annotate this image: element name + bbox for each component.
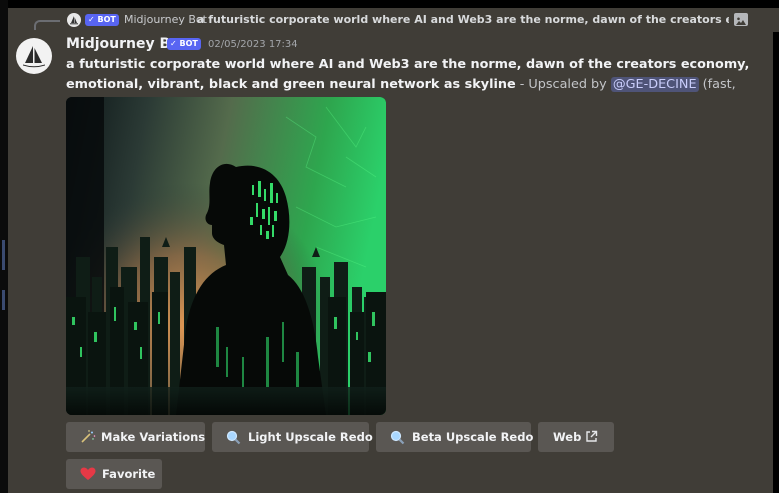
message-timestamp: 02/05/2023 17:34 (208, 39, 298, 50)
left-edge-strip (0, 0, 8, 493)
reply-author-name[interactable]: Midjourney Bot (124, 13, 207, 26)
light-upscale-redo-button[interactable]: Light Upscale Redo (212, 422, 373, 452)
upscaled-by-text: - Upscaled by (515, 77, 611, 92)
generated-image[interactable] (66, 97, 386, 415)
heart-icon (80, 467, 96, 480)
beta-upscale-redo-label: Beta Upscale Redo (412, 430, 534, 444)
user-mention[interactable]: @GE-DECINE (610, 77, 699, 92)
scroll-marker (2, 290, 5, 310)
sailboat-icon (70, 16, 78, 25)
reply-author-avatar[interactable] (67, 13, 81, 27)
favorite-label: Favorite (102, 467, 156, 481)
beta-upscale-redo-button[interactable]: Beta Upscale Redo (376, 422, 534, 452)
image-icon (734, 13, 748, 26)
make-variations-label: Make Variations (101, 430, 206, 444)
bot-badge: ✓ BOT (167, 38, 201, 50)
reply-bot-badge: ✓ BOT (85, 14, 119, 26)
author-avatar[interactable] (16, 38, 52, 74)
skyline-silhouette-artwork (66, 97, 386, 415)
web-link-button[interactable]: Web (538, 422, 614, 452)
favorite-button[interactable]: Favorite (66, 459, 162, 489)
web-label: Web (553, 430, 582, 444)
scroll-marker (2, 240, 5, 270)
magic-wand-icon (81, 430, 96, 443)
reply-message-preview[interactable]: a futuristic corporate world where AI an… (197, 13, 729, 26)
light-upscale-redo-label: Light Upscale Redo (248, 430, 373, 444)
make-variations-button[interactable]: Make Variations (66, 422, 205, 452)
magnifier-icon (226, 430, 241, 445)
sailboat-icon (23, 46, 45, 68)
reply-connector-line (34, 20, 60, 30)
magnifier-icon (390, 430, 405, 445)
external-link-icon (586, 430, 598, 442)
